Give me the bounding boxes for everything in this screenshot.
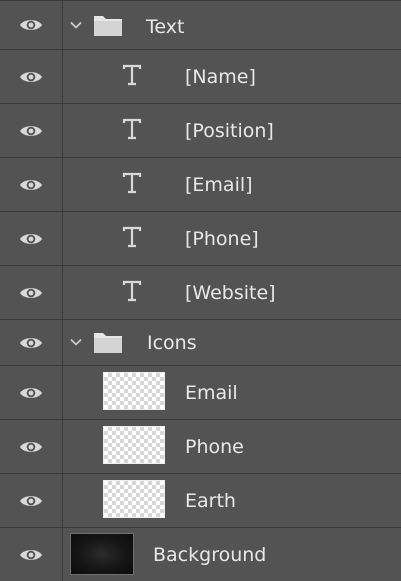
visibility-toggle[interactable] bbox=[0, 266, 63, 319]
layer-name: Earth bbox=[185, 490, 236, 512]
type-layer-icon bbox=[122, 118, 142, 140]
visibility-toggle[interactable] bbox=[0, 104, 63, 157]
layer-row-group-icons[interactable]: Icons bbox=[0, 320, 401, 366]
layer-name: [Website] bbox=[185, 282, 276, 304]
layer-row-pixel-earth[interactable]: Earth bbox=[0, 474, 401, 528]
layer-row-pixel-background[interactable]: Background bbox=[0, 528, 401, 581]
type-layer-icon bbox=[122, 280, 142, 302]
layers-panel: Text [Name] [Position] [Email] [Phone] [… bbox=[0, 0, 401, 581]
eye-icon bbox=[20, 179, 42, 190]
layer-name: Text bbox=[146, 16, 185, 38]
type-layer-icon bbox=[122, 226, 142, 248]
eye-icon bbox=[20, 337, 42, 348]
layer-name: [Phone] bbox=[185, 228, 259, 250]
eye-icon bbox=[20, 387, 42, 398]
eye-icon bbox=[20, 20, 42, 30]
layer-thumbnail bbox=[103, 372, 165, 410]
folder-icon bbox=[93, 330, 123, 354]
visibility-toggle[interactable] bbox=[0, 212, 63, 265]
visibility-toggle[interactable] bbox=[0, 420, 63, 473]
layer-name: Background bbox=[153, 544, 267, 566]
visibility-toggle[interactable] bbox=[0, 528, 63, 581]
visibility-toggle[interactable] bbox=[0, 320, 63, 365]
layer-row-type-position[interactable]: [Position] bbox=[0, 104, 401, 158]
eye-icon bbox=[20, 287, 42, 298]
layer-row-type-name[interactable]: [Name] bbox=[0, 50, 401, 104]
layer-name: [Position] bbox=[185, 120, 274, 142]
visibility-toggle[interactable] bbox=[0, 1, 63, 49]
layer-row-type-phone[interactable]: [Phone] bbox=[0, 212, 401, 266]
layer-thumbnail bbox=[103, 426, 165, 464]
chevron-down-icon[interactable] bbox=[69, 335, 83, 349]
layer-thumbnail bbox=[103, 480, 165, 518]
visibility-toggle[interactable] bbox=[0, 366, 63, 419]
eye-icon bbox=[20, 495, 42, 506]
visibility-toggle[interactable] bbox=[0, 474, 63, 527]
layer-name: Icons bbox=[147, 332, 197, 354]
layer-name: Phone bbox=[185, 436, 244, 458]
type-layer-icon bbox=[122, 172, 142, 194]
layer-name: Email bbox=[185, 382, 238, 404]
eye-icon bbox=[20, 441, 42, 452]
visibility-toggle[interactable] bbox=[0, 158, 63, 211]
eye-icon bbox=[20, 233, 42, 244]
visibility-toggle[interactable] bbox=[0, 50, 63, 103]
layer-row-pixel-email[interactable]: Email bbox=[0, 366, 401, 420]
layer-row-type-website[interactable]: [Website] bbox=[0, 266, 401, 320]
layer-row-group-text[interactable]: Text bbox=[0, 1, 401, 50]
layer-row-pixel-phone[interactable]: Phone bbox=[0, 420, 401, 474]
eye-icon bbox=[20, 71, 42, 82]
layer-name: [Name] bbox=[185, 66, 256, 88]
eye-icon bbox=[20, 549, 42, 560]
eye-icon bbox=[20, 125, 42, 136]
folder-icon bbox=[93, 13, 123, 37]
layer-thumbnail bbox=[70, 533, 134, 575]
chevron-down-icon[interactable] bbox=[69, 18, 83, 32]
layer-name: [Email] bbox=[185, 174, 253, 196]
layer-row-type-email[interactable]: [Email] bbox=[0, 158, 401, 212]
type-layer-icon bbox=[122, 64, 142, 86]
